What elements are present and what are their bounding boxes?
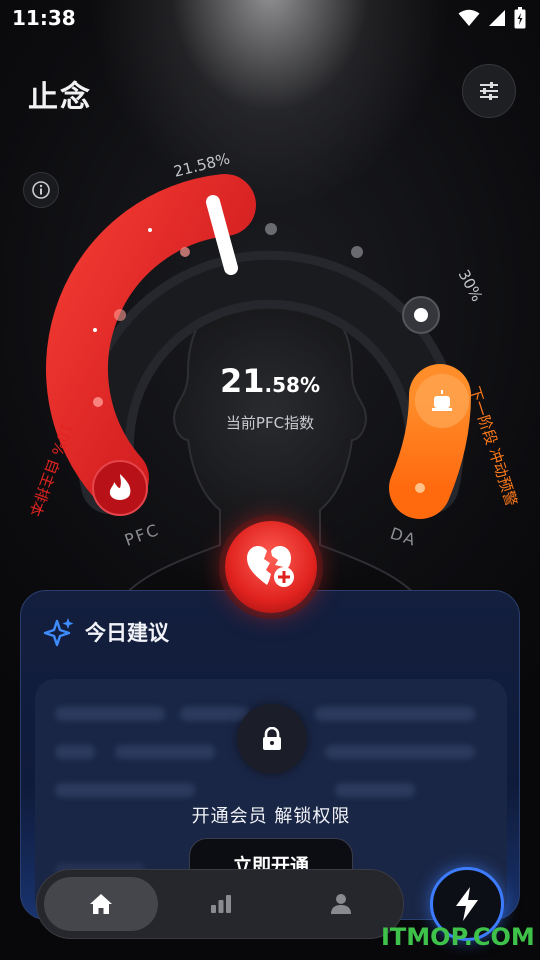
pfc-caption: 当前PFC指数 [225, 414, 315, 432]
left-side-text: 10% 自主排本 [25, 421, 75, 519]
heart-button[interactable] [225, 521, 317, 613]
lock-icon [263, 727, 281, 750]
pfc-value-int: 21 [220, 362, 265, 400]
pfc-arc-label: PFC [122, 520, 162, 550]
pfc-value: 21.58% [170, 362, 370, 400]
pfc-value-frac: .58% [264, 373, 320, 397]
tab-bar [36, 869, 404, 939]
lock-badge [237, 704, 307, 774]
app-title: 止念 [28, 80, 92, 115]
sliders-icon [480, 82, 498, 100]
battery-icon [514, 7, 526, 29]
lightning-icon [456, 887, 478, 921]
home-icon [90, 894, 112, 914]
da-marker-label: 30% [455, 267, 487, 305]
tab-stats[interactable] [164, 877, 278, 931]
da-arc-label: DA [388, 524, 420, 550]
profile-icon [331, 894, 351, 914]
broken-heart-plus-icon [247, 546, 294, 587]
settings-button[interactable] [462, 64, 516, 118]
card-header: 今日建议 [43, 617, 169, 647]
tab-home[interactable] [44, 877, 158, 931]
status-time: 11:38 [12, 6, 76, 30]
sparkle-icon [43, 618, 74, 647]
status-bar: 11:38 [0, 0, 540, 36]
stats-icon [211, 895, 231, 913]
wifi-icon [458, 9, 480, 26]
right-side-text: 下一阶段 冲动预警 [465, 384, 521, 508]
card-title: 今日建议 [85, 621, 169, 645]
watermark: ITMOP.COM [381, 923, 535, 951]
unlock-text: 开通会员 解锁权限 [191, 806, 351, 827]
status-icons [458, 7, 526, 29]
signal-icon [489, 10, 505, 26]
